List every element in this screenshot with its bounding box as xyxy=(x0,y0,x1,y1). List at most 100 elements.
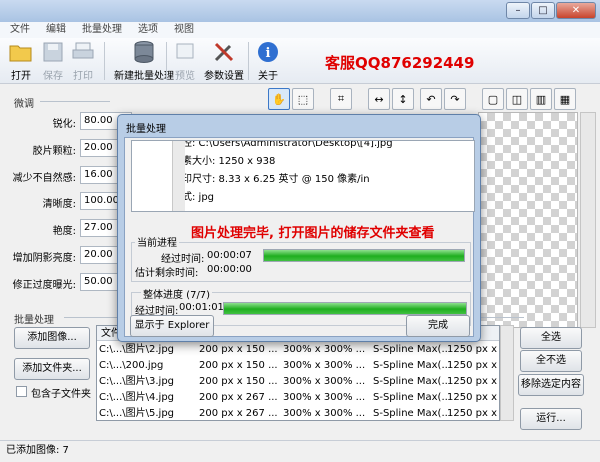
flip-vertical-icon[interactable]: ↕ xyxy=(392,88,414,110)
table-row[interactable]: C:\...\图片\3.jpg 200 px x 150 ... 300% x 30… xyxy=(97,374,499,389)
table-cell: 300% x 300% ... xyxy=(283,408,366,419)
image-info-box: 路径: C:\Users\Administrator\Desktop\[4].j… xyxy=(131,140,475,212)
table-cell: 300% x 300% ... xyxy=(283,376,366,387)
table-cell: 200 px x 150 ... xyxy=(199,344,278,355)
close-window-button[interactable]: ✕ xyxy=(556,2,596,19)
folder-icon xyxy=(8,40,34,64)
add-image-button[interactable]: 添加图像... xyxy=(14,327,90,349)
add-folder-button[interactable]: 添加文件夹... xyxy=(14,358,90,380)
save-button[interactable]: 保存 xyxy=(40,40,66,82)
overall-progress-label: 整体进度 (7/7) xyxy=(141,286,213,301)
table-row[interactable]: C:\...\图片\4.jpg 200 px x 267 ... 300% x 30… xyxy=(97,390,499,405)
run-button[interactable]: 运行... xyxy=(520,408,582,430)
view-toolbar: ✋ ⬚ ⌗ ↔ ↕ ↶ ↷ ▢ ◫ ▥ ▦ xyxy=(0,85,600,113)
batch-dialog: 批量处理 路径: C:\Users\Administrator\Desktop\… xyxy=(117,114,481,342)
rotate-left-icon[interactable]: ↶ xyxy=(420,88,442,110)
table-cell: C:\...\200.jpg xyxy=(99,360,164,371)
grid-view-icon[interactable]: ▦ xyxy=(554,88,576,110)
image-preview-area xyxy=(478,112,578,328)
minimize-button[interactable]: – xyxy=(506,2,530,19)
table-cell: 200 px x 267 ... xyxy=(199,392,278,403)
fine-tune-label: 增加阴影亮度: xyxy=(12,253,76,264)
select-tool-icon[interactable]: ⬚ xyxy=(292,88,314,110)
crop-icon[interactable]: ⌗ xyxy=(330,88,352,110)
table-cell: 200 px x 150 ... xyxy=(199,360,278,371)
side-view-icon[interactable]: ▥ xyxy=(530,88,552,110)
table-cell: S-Spline Max(... xyxy=(373,360,447,371)
menu-edit[interactable]: 编辑 xyxy=(46,22,66,38)
open-button[interactable]: 打开 xyxy=(8,40,34,82)
status-bar: 已添加图像: 7 xyxy=(0,440,600,462)
info-scrollbar[interactable] xyxy=(172,141,185,211)
include-subfolders-label: 包含子文件夹 xyxy=(31,389,91,400)
dialog-title: 批量处理 xyxy=(126,124,166,135)
table-cell: C:\...\图片\4.jpg xyxy=(99,392,175,403)
params-button[interactable]: 参数设置 xyxy=(204,40,244,82)
dialog-body: 路径: C:\Users\Administrator\Desktop\[4].j… xyxy=(124,137,475,337)
table-row[interactable]: C:\...\200.jpg 200 px x 150 ... 300% x 300… xyxy=(97,358,499,373)
fine-tune-label: 艳度: xyxy=(52,226,76,238)
menu-file[interactable]: 文件 xyxy=(10,22,30,38)
table-cell: 300% x 300% ... xyxy=(283,360,366,371)
menu-options[interactable]: 选项 xyxy=(138,22,158,38)
table-cell: 200 px x 150 ... xyxy=(199,376,278,387)
remove-selected-button[interactable]: 移除选定内容 xyxy=(518,374,584,396)
table-row[interactable]: C:\...\图片\2.jpg 200 px x 150 ... 300% x 30… xyxy=(97,342,499,357)
preview-scrollbar[interactable] xyxy=(580,112,596,328)
remaining-time: 00:00:00 xyxy=(207,264,252,275)
table-cell: 1250 px x 938 ... xyxy=(447,376,499,387)
table-row[interactable]: C:\...\图片\5.jpg 200 px x 267 ... 300% x 30… xyxy=(97,406,499,420)
fine-tune-group-label: 微调 xyxy=(14,99,34,110)
table-cell: 300% x 300% ... xyxy=(283,392,366,403)
preview-button[interactable]: 预览 xyxy=(172,40,198,82)
new-batch-button[interactable]: 新建批量处理 xyxy=(114,40,174,82)
table-cell: 1250 px x 166... xyxy=(447,408,499,419)
rotate-right-icon[interactable]: ↷ xyxy=(444,88,466,110)
table-scrollbar[interactable] xyxy=(500,325,514,421)
table-cell: C:\...\图片\2.jpg xyxy=(99,344,175,355)
batch-group-label: 批量处理 xyxy=(14,315,54,326)
flip-horizontal-icon[interactable]: ↔ xyxy=(368,88,390,110)
table-cell: 300% x 300% ... xyxy=(283,344,366,355)
include-subfolders-checkbox[interactable] xyxy=(16,386,27,397)
table-cell: C:\...\图片\5.jpg xyxy=(99,408,175,419)
fine-tune-label: 修正过度曝光: xyxy=(12,279,76,291)
table-cell: S-Spline Max(... xyxy=(373,344,447,355)
finish-button[interactable]: 完成 xyxy=(406,315,470,337)
single-view-icon[interactable]: ▢ xyxy=(482,88,504,110)
overall-elapsed: 00:01:01 xyxy=(179,302,224,313)
hand-tool-icon[interactable]: ✋ xyxy=(268,88,290,110)
title-bar: – □ ✕ xyxy=(0,0,600,22)
maximize-button[interactable]: □ xyxy=(531,2,555,19)
completion-message: 图片处理完毕, 打开图片的储存文件夹查看 xyxy=(191,226,435,241)
show-in-explorer-button[interactable]: 显示于 Explorer xyxy=(130,315,214,337)
fine-tune-label: 胶片颗粒: xyxy=(32,145,76,157)
current-progress-bar xyxy=(263,249,465,262)
select-all-button[interactable]: 全选 xyxy=(520,327,582,349)
table-cell: S-Spline Max(... xyxy=(373,408,447,419)
menu-view[interactable]: 视图 xyxy=(174,22,194,38)
table-cell: S-Spline Max(... xyxy=(373,392,447,403)
table-cell: 1250 px x 166... xyxy=(447,392,499,403)
overall-progress-bar xyxy=(223,302,467,315)
print-button[interactable]: 打印 xyxy=(70,40,96,82)
fine-tune-label: 锐化: xyxy=(52,119,76,130)
fine-tune-label: 减少不自然感: xyxy=(12,172,76,184)
tools-icon xyxy=(211,40,237,64)
toolbar: 打开 保存 打印 新建批量处理 预览 参数设置 i 关于 客服QQ8762924… xyxy=(0,38,600,84)
info-icon: i xyxy=(255,40,281,64)
current-progress-label: 当前进程 xyxy=(135,234,179,249)
table-cell: 1250 px x 938 ... xyxy=(447,344,499,355)
floppy-icon xyxy=(40,40,66,64)
menu-batch[interactable]: 批量处理 xyxy=(82,22,122,38)
about-button[interactable]: i 关于 xyxy=(255,40,281,82)
promo-text: 客服QQ876292449 xyxy=(325,54,475,72)
select-none-button[interactable]: 全不选 xyxy=(520,350,582,372)
table-cell: S-Spline Max(... xyxy=(373,376,447,387)
menu-bar: 文件 编辑 批量处理 选项 视图 xyxy=(0,22,600,38)
table-cell: C:\...\图片\3.jpg xyxy=(99,376,175,387)
table-cell: 1250 px x 938 ... xyxy=(447,360,499,371)
split-view-icon[interactable]: ◫ xyxy=(506,88,528,110)
fine-tune-label: 清晰度: xyxy=(42,199,76,211)
preview-icon xyxy=(172,40,198,64)
